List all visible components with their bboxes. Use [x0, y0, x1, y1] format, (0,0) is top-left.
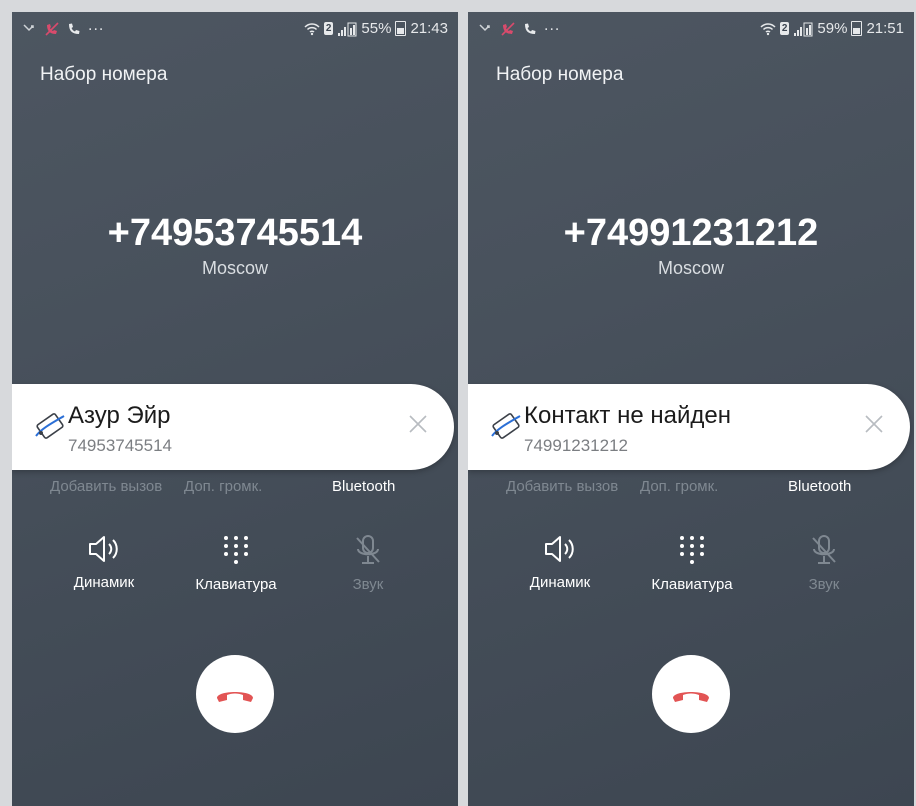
speaker-label: Динамик	[529, 574, 591, 591]
keypad-icon	[680, 536, 704, 564]
add-call-option[interactable]: Добавить вызов	[50, 478, 162, 495]
keypad-button[interactable]: Клавиатура	[176, 534, 296, 593]
speaker-label: Динамик	[73, 574, 135, 591]
wifi-icon	[760, 22, 776, 35]
caller-number: 74991231212	[524, 436, 629, 455]
sim-badge: 2	[779, 22, 790, 35]
signal-icon	[794, 22, 813, 36]
missed-call-icon	[479, 24, 490, 32]
caller-location: Moscow	[657, 258, 724, 278]
battery-icon	[395, 21, 407, 36]
call-screen-left: ... 2 55% 21:43 Набор номера +7495374551…	[12, 12, 458, 806]
mic-off-icon	[356, 535, 380, 564]
mute-label: Звук	[808, 576, 840, 593]
end-call-icon	[673, 692, 709, 702]
add-call-option[interactable]: Добавить вызов	[506, 478, 618, 495]
speaker-icon	[545, 536, 574, 562]
call-active-icon	[45, 22, 59, 36]
caller-name: Азур Эйр	[68, 402, 171, 429]
more-notifications-icon: ...	[88, 17, 105, 34]
call-active-icon	[501, 22, 515, 36]
end-call-icon	[217, 692, 253, 702]
status-bar: ... 2 55% 21:43	[12, 12, 458, 48]
call-options: Добавить вызов Доп. громк. Bluetooth	[12, 478, 458, 498]
keypad-label: Клавиатура	[195, 576, 277, 593]
status-time: 21:43	[410, 20, 448, 37]
extra-volume-option[interactable]: Доп. громк.	[640, 478, 718, 495]
keypad-label: Клавиатура	[651, 576, 733, 593]
speaker-icon	[89, 536, 118, 562]
close-icon[interactable]	[864, 414, 884, 434]
dialed-number: +74953745514	[107, 212, 363, 254]
end-call-button[interactable]	[652, 655, 730, 733]
phone-icon	[69, 23, 80, 34]
close-icon[interactable]	[408, 414, 428, 434]
caller-name: Контакт не найден	[524, 402, 731, 429]
keypad-button[interactable]: Клавиатура	[632, 534, 752, 593]
end-call-button[interactable]	[196, 655, 274, 733]
speaker-button[interactable]: Динамик	[500, 534, 620, 591]
extra-volume-option[interactable]: Доп. громк.	[184, 478, 262, 495]
bluetooth-option[interactable]: Bluetooth	[332, 478, 395, 495]
status-bar: ... 2 59% 21:51	[468, 12, 914, 48]
dialed-number: +74991231212	[563, 212, 819, 254]
mic-off-icon	[812, 535, 836, 564]
keypad-icon	[224, 536, 248, 564]
caller-id-icon	[35, 413, 65, 439]
status-time: 21:51	[866, 20, 904, 37]
mute-label: Звук	[352, 576, 384, 593]
caller-id-card[interactable]: Азур Эйр 74953745514	[12, 384, 454, 470]
missed-call-icon	[23, 24, 34, 32]
mute-button[interactable]: Звук	[764, 534, 884, 593]
wifi-icon	[304, 22, 320, 35]
more-notifications-icon: ...	[544, 17, 561, 34]
bluetooth-option[interactable]: Bluetooth	[788, 478, 851, 495]
battery-percent: 59%	[817, 20, 848, 37]
phone-icon	[525, 23, 536, 34]
caller-id-card[interactable]: Контакт не найден 74991231212	[468, 384, 910, 470]
call-screen-right: ... 2 59% 21:51 Набор номера +7499123121…	[468, 12, 914, 806]
sim-badge: 2	[323, 22, 334, 35]
speaker-button[interactable]: Динамик	[44, 534, 164, 591]
mute-button[interactable]: Звук	[308, 534, 428, 593]
call-status-title: Набор номера	[496, 64, 624, 85]
battery-icon	[851, 21, 863, 36]
caller-number: 74953745514	[68, 436, 173, 455]
call-options: Добавить вызов Доп. громк. Bluetooth	[468, 478, 914, 498]
call-status-title: Набор номера	[40, 64, 168, 85]
caller-id-icon	[491, 413, 521, 439]
signal-icon	[338, 22, 357, 36]
caller-location: Moscow	[201, 258, 268, 278]
battery-percent: 55%	[361, 20, 392, 37]
